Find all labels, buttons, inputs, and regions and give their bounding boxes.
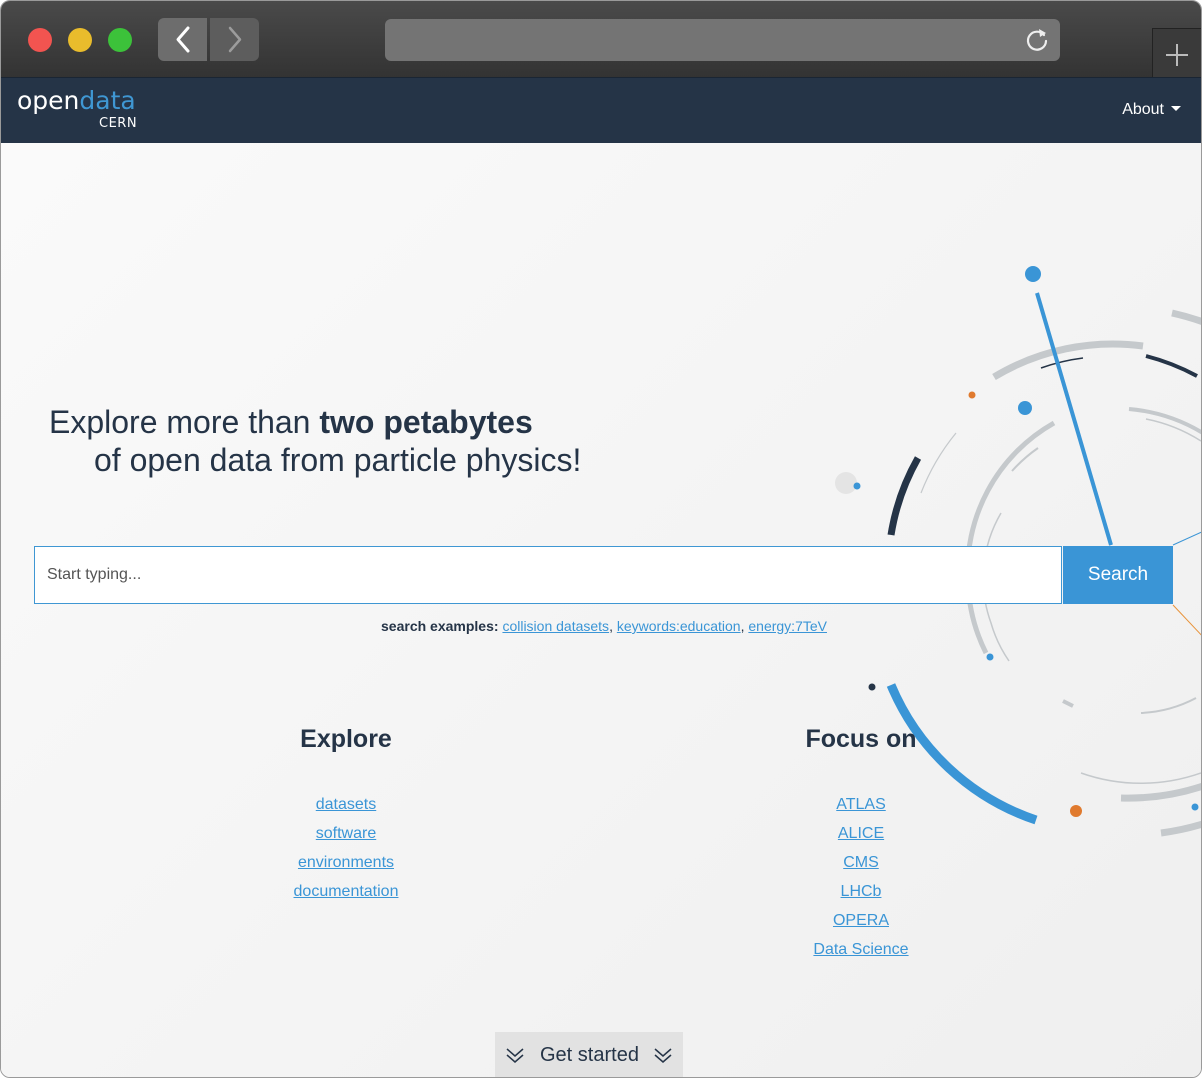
focus-link-cms[interactable]: CMS [711,848,1011,877]
about-dropdown[interactable]: About [1122,101,1181,119]
logo-word-open: open [17,86,80,115]
close-window-button[interactable] [28,28,52,52]
site-navbar: opendata CERN About [1,77,1201,144]
search-examples: search examples: collision datasets, key… [381,618,827,634]
address-bar[interactable] [385,19,1060,61]
forward-button[interactable] [210,18,259,61]
explore-title: Explore [300,725,392,753]
explore-link-environments[interactable]: environments [196,848,496,877]
example-link-collision-datasets[interactable]: collision datasets [502,618,609,634]
logo-subtitle: CERN [99,116,138,131]
hero-line-1-prefix: Explore more than [49,404,320,440]
search-input[interactable] [34,546,1062,604]
about-label: About [1122,101,1164,118]
focus-link-data-science[interactable]: Data Science [711,935,1011,964]
hero-line-1: Explore more than two petabytes [49,403,581,441]
focus-link-atlas[interactable]: ATLAS [711,790,1011,819]
search-button[interactable]: Search [1063,546,1173,604]
explore-section: Explore datasets software environments d… [196,725,496,906]
new-tab-button[interactable] [1152,28,1201,78]
focus-link-alice[interactable]: ALICE [711,819,1011,848]
browser-window: opendata CERN About Explore more than tw… [0,0,1202,1078]
explore-link-software[interactable]: software [196,819,496,848]
hero-line-2: of open data from particle physics! [94,442,582,478]
browser-toolbar [1,1,1201,78]
example-link-keywords-education[interactable]: keywords:education [617,618,741,634]
example-link-energy-7tev[interactable]: energy:7TeV [748,618,827,634]
hero-line-1-bold: two petabytes [319,404,533,440]
opendata-logo[interactable]: opendata CERN [17,86,137,131]
focus-link-opera[interactable]: OPERA [711,906,1011,935]
plus-icon [1166,44,1188,66]
reload-icon[interactable] [1024,27,1050,53]
get-started-label: Get started [540,1044,639,1066]
particle-tracks-illustration [835,266,1201,837]
minimize-window-button[interactable] [68,28,92,52]
search-examples-label: search examples: [381,618,499,634]
focus-section: Focus on ATLAS ALICE CMS LHCb OPERA Data… [711,725,1011,964]
logo-word-data: data [79,86,136,115]
caret-down-icon [1171,106,1181,111]
hero-headline: Explore more than two petabytes of open … [49,403,581,479]
focus-link-lhcb[interactable]: LHCb [711,877,1011,906]
double-chevron-down-icon [506,1048,524,1063]
back-button[interactable] [158,18,207,61]
explore-link-datasets[interactable]: datasets [196,790,496,819]
main-content: Explore more than two petabytes of open … [1,143,1201,1077]
focus-title: Focus on [805,725,917,753]
double-chevron-down-icon [654,1048,672,1063]
chevron-left-icon [176,26,190,53]
zoom-window-button[interactable] [108,28,132,52]
explore-link-documentation[interactable]: documentation [196,877,496,906]
search-form: Search [34,546,1173,604]
chevron-right-icon [228,26,242,53]
get-started-button[interactable]: Get started [495,1032,683,1077]
